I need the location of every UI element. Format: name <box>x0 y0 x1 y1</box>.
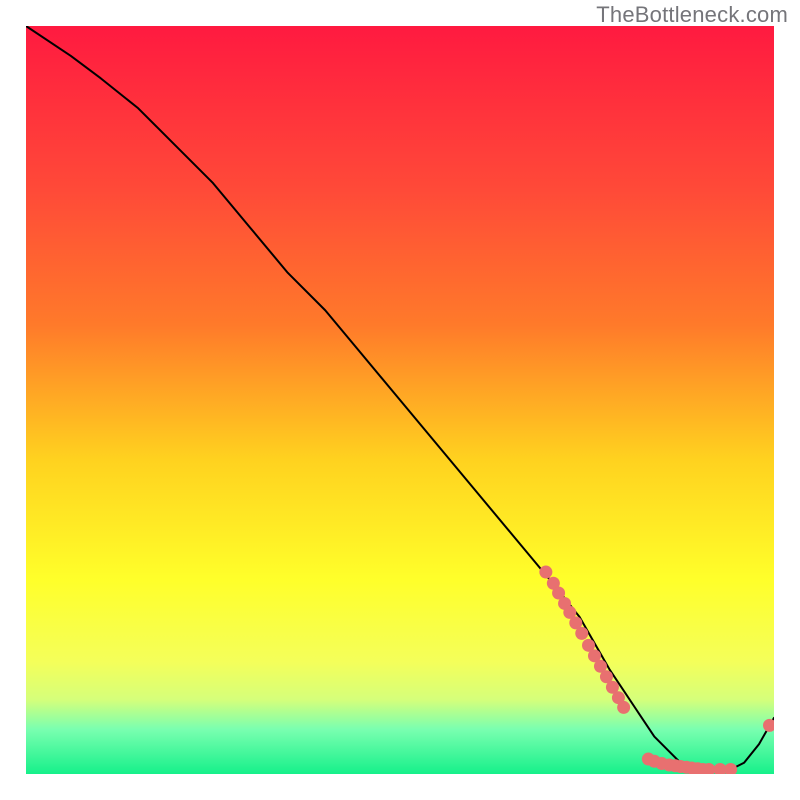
data-point <box>539 566 552 579</box>
chart-canvas: TheBottleneck.com <box>0 0 800 800</box>
watermark-text: TheBottleneck.com <box>596 2 788 28</box>
plot-area <box>26 26 774 774</box>
data-point <box>617 701 630 714</box>
chart-svg <box>26 26 774 774</box>
data-point <box>575 627 588 640</box>
